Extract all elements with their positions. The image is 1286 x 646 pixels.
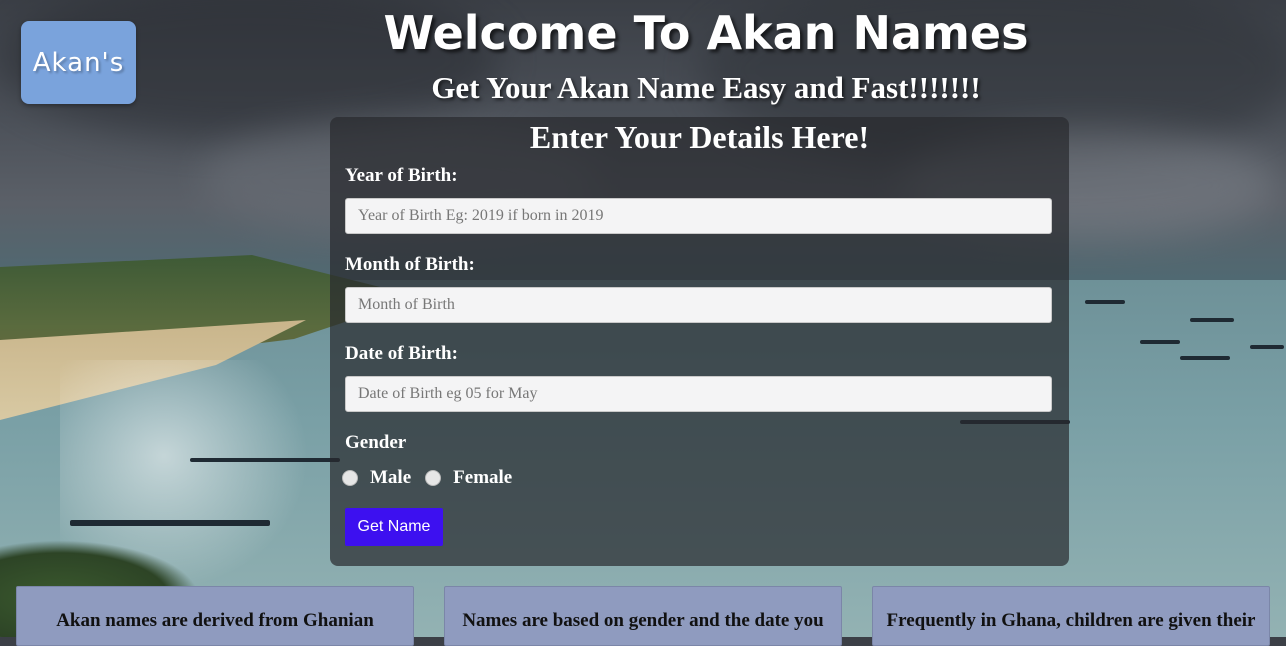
details-form: Enter Your Details Here! Year of Birth: …: [330, 117, 1069, 566]
date-of-birth-input[interactable]: [345, 376, 1052, 412]
year-of-birth-input[interactable]: [345, 198, 1052, 234]
month-label: Month of Birth:: [345, 254, 475, 275]
page-subtitle: Get Your Akan Name Easy and Fast!!!!!!!: [431, 70, 981, 105]
info-card-2: Names are based on gender and the date y…: [444, 586, 842, 646]
date-label: Date of Birth:: [345, 343, 458, 364]
get-name-button[interactable]: Get Name: [345, 508, 443, 546]
info-card-1: Akan names are derived from Ghanian: [16, 586, 414, 646]
female-radio[interactable]: [425, 470, 442, 486]
gender-label: Gender: [345, 432, 407, 453]
month-of-birth-input[interactable]: [345, 287, 1052, 323]
page-title: Welcome To Akan Names: [383, 6, 1029, 60]
info-card-text: Frequently in Ghana, children are given …: [886, 610, 1256, 631]
info-card-text: Names are based on gender and the date y…: [462, 610, 824, 631]
gender-options: Male Female: [342, 467, 526, 489]
male-radio-label[interactable]: Male: [370, 467, 411, 489]
female-radio-label[interactable]: Female: [453, 467, 512, 489]
info-card-text: Akan names are derived from Ghanian: [56, 610, 374, 631]
info-card-3: Frequently in Ghana, children are given …: [872, 586, 1270, 646]
year-label: Year of Birth:: [345, 165, 458, 186]
male-radio[interactable]: [342, 470, 358, 486]
form-heading: Enter Your Details Here!: [529, 119, 870, 155]
